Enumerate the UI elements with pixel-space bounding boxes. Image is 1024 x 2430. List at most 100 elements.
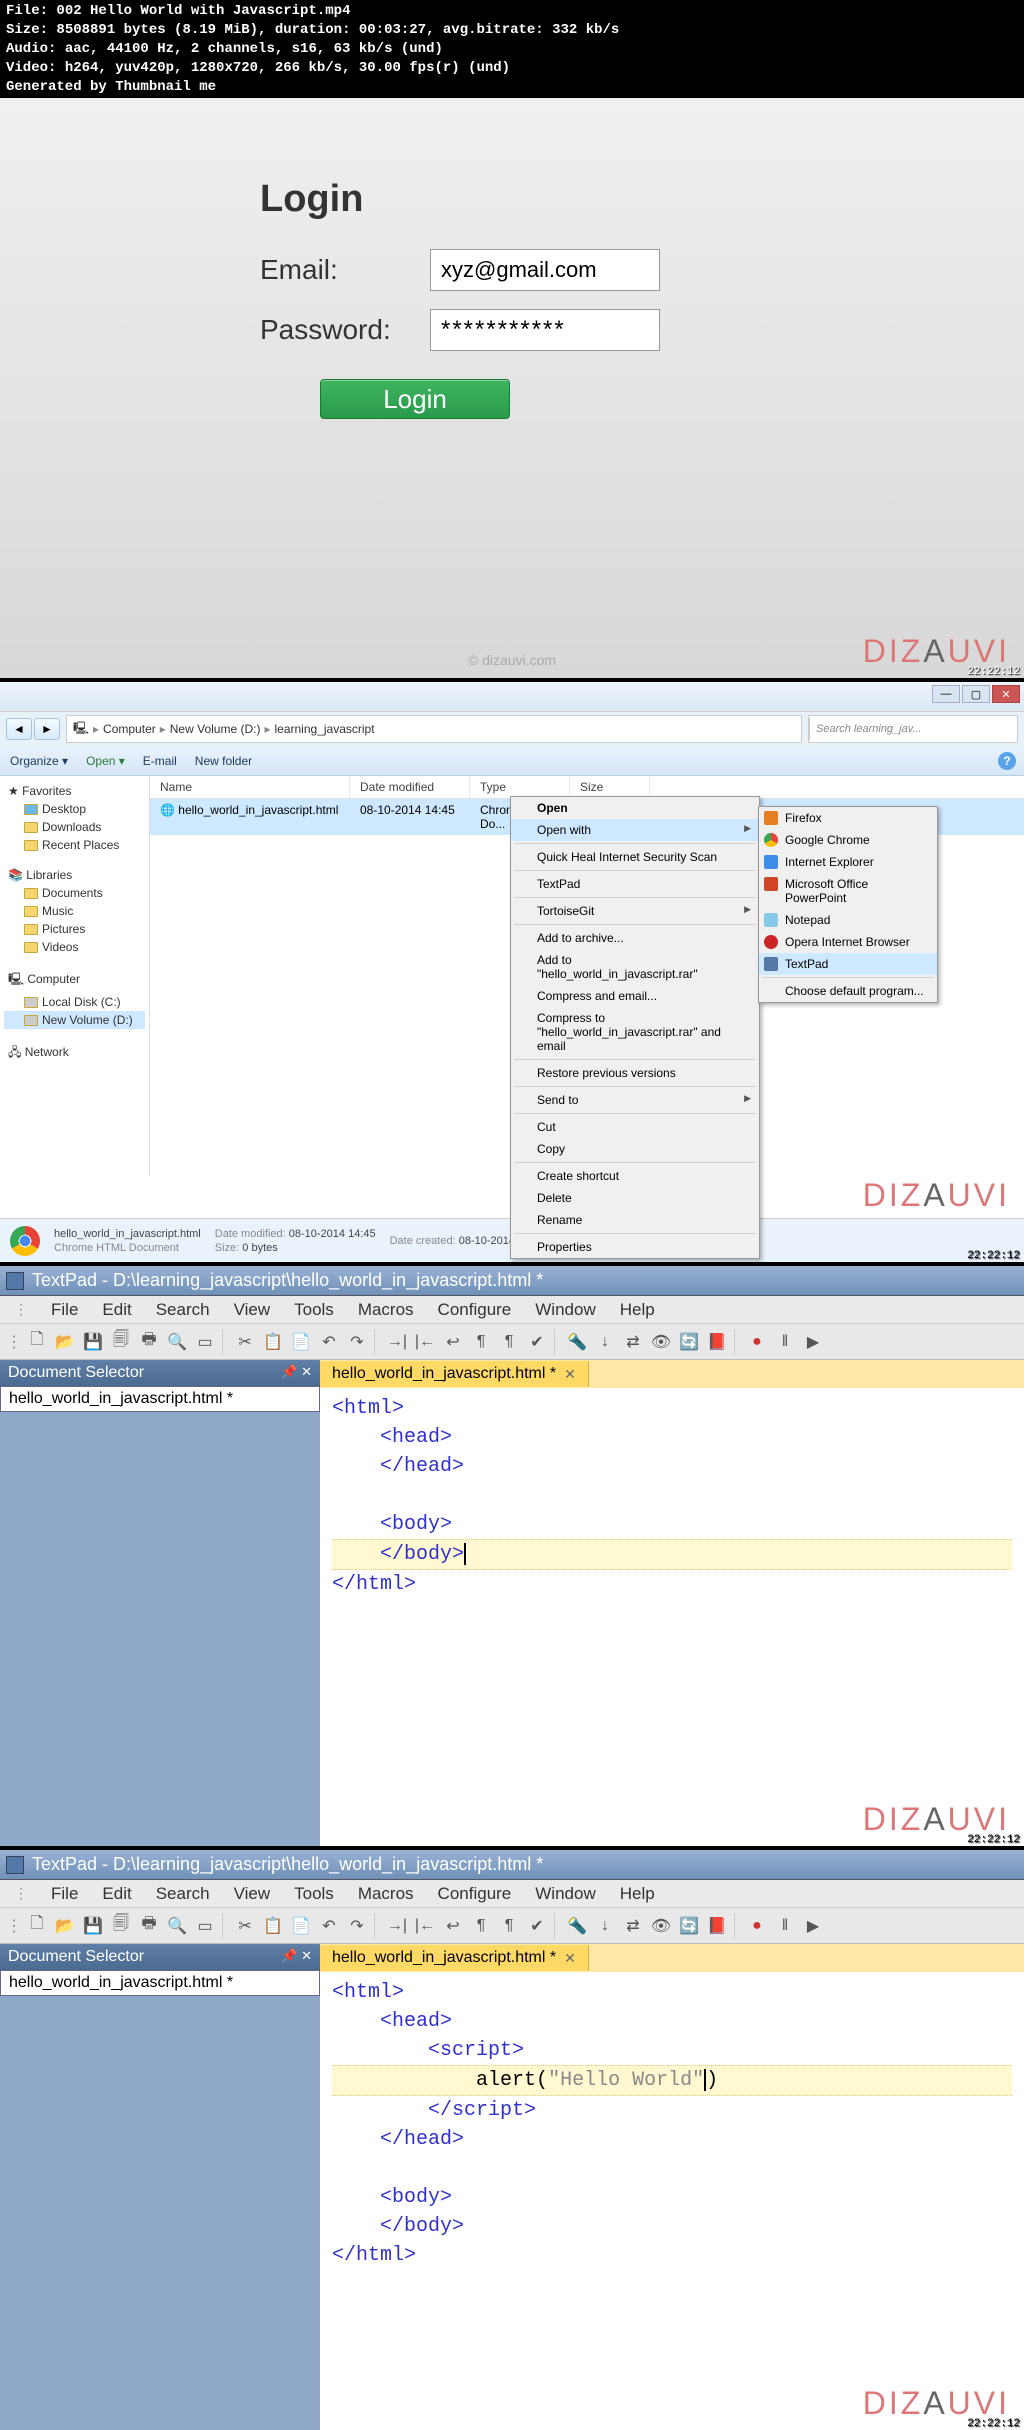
- paste-icon[interactable]: 📄: [288, 1913, 314, 1939]
- redo-icon[interactable]: ↷: [344, 1329, 370, 1355]
- copy-icon[interactable]: 📋: [260, 1329, 286, 1355]
- save-icon[interactable]: 💾: [80, 1913, 106, 1939]
- rec-icon[interactable]: ●: [744, 1329, 770, 1355]
- book-icon[interactable]: 📕: [704, 1913, 730, 1939]
- close-button[interactable]: ✕: [992, 685, 1020, 703]
- menu-file[interactable]: File: [41, 1298, 88, 1322]
- sidebar-network-header[interactable]: 🖧 Network: [4, 1041, 145, 1066]
- ctx-cut[interactable]: Cut: [511, 1116, 759, 1138]
- sm-powerpoint[interactable]: Microsoft Office PowerPoint: [759, 873, 937, 909]
- ctx-add-to-rar[interactable]: Add to "hello_world_in_javascript.rar": [511, 949, 759, 985]
- open-button[interactable]: Open ▾: [86, 754, 125, 768]
- findnext-icon[interactable]: ↓: [592, 1913, 618, 1939]
- editor-area[interactable]: hello_world_in_javascript.html *✕ <html>…: [320, 1944, 1024, 2430]
- menu-macros[interactable]: Macros: [348, 1298, 424, 1322]
- menu-search[interactable]: Search: [146, 1298, 220, 1322]
- ctx-tortoise[interactable]: TortoiseGit: [511, 900, 759, 922]
- para-icon[interactable]: ¶: [468, 1329, 494, 1355]
- sm-notepad[interactable]: Notepad: [759, 909, 937, 931]
- sm-opera[interactable]: Opera Internet Browser: [759, 931, 937, 953]
- code-editor[interactable]: <html> <head> <script> alert("Hello Worl…: [320, 1972, 1024, 2430]
- ctx-open[interactable]: Open: [511, 797, 759, 819]
- open-icon[interactable]: 📂: [52, 1329, 78, 1355]
- sync-icon[interactable]: 🔄: [676, 1329, 702, 1355]
- ctx-open-with[interactable]: Open with: [511, 819, 759, 841]
- sidebar-favorites-header[interactable]: ★ Favorites: [4, 782, 145, 800]
- replace-icon[interactable]: ⇄: [620, 1329, 646, 1355]
- sm-chrome[interactable]: Google Chrome: [759, 829, 937, 851]
- save-icon[interactable]: 💾: [80, 1329, 106, 1355]
- doc-list-item[interactable]: hello_world_in_javascript.html *: [1, 1971, 319, 1995]
- ww-icon[interactable]: ↩: [440, 1913, 466, 1939]
- menu-tools[interactable]: Tools: [284, 1882, 344, 1906]
- menu-view[interactable]: View: [224, 1882, 281, 1906]
- search-input[interactable]: Search learning_jav...: [809, 718, 1009, 740]
- sidebar-item-local-c[interactable]: Local Disk (C:): [4, 993, 145, 1011]
- sidebar-computer-header[interactable]: 🖳 Computer: [4, 968, 145, 993]
- menu-configure[interactable]: Configure: [428, 1882, 522, 1906]
- ctx-restore[interactable]: Restore previous versions: [511, 1062, 759, 1084]
- editor-tab[interactable]: hello_world_in_javascript.html *✕: [320, 1945, 589, 1971]
- organize-button[interactable]: Organize ▾: [10, 754, 68, 768]
- menu-search[interactable]: Search: [146, 1882, 220, 1906]
- sidebar-item-recent[interactable]: Recent Places: [4, 836, 145, 854]
- menu-configure[interactable]: Configure: [428, 1298, 522, 1322]
- doc-list-item[interactable]: hello_world_in_javascript.html *: [1, 1387, 319, 1411]
- saveall-icon[interactable]: 🗐: [108, 1329, 134, 1355]
- code-editor[interactable]: <html> <head> </head> <body> </body> </h…: [320, 1388, 1024, 1846]
- minimize-button[interactable]: —: [932, 685, 960, 703]
- menu-window[interactable]: Window: [525, 1298, 605, 1322]
- new-icon[interactable]: 🗋: [24, 1329, 50, 1355]
- menu-window[interactable]: Window: [525, 1882, 605, 1906]
- paste-icon[interactable]: 📄: [288, 1329, 314, 1355]
- indent-icon[interactable]: →|: [384, 1913, 410, 1939]
- ctx-textpad[interactable]: TextPad: [511, 873, 759, 895]
- menu-edit[interactable]: Edit: [92, 1882, 141, 1906]
- preview-icon[interactable]: 🔍: [164, 1913, 190, 1939]
- menu-macros[interactable]: Macros: [348, 1882, 424, 1906]
- ctx-rename[interactable]: Rename: [511, 1209, 759, 1231]
- menu-view[interactable]: View: [224, 1298, 281, 1322]
- sidebar-item-music[interactable]: Music: [4, 902, 145, 920]
- preview-icon[interactable]: 🔍: [164, 1329, 190, 1355]
- undo-icon[interactable]: ↶: [316, 1329, 342, 1355]
- email-input[interactable]: [430, 249, 660, 291]
- ctx-compress-to[interactable]: Compress to "hello_world_in_javascript.r…: [511, 1007, 759, 1057]
- ctx-compress-email[interactable]: Compress and email...: [511, 985, 759, 1007]
- maximize-button[interactable]: ▢: [962, 685, 990, 703]
- breadcrumb[interactable]: 🖳▸ Computer▸ New Volume (D:)▸ learning_j…: [66, 715, 802, 743]
- sidebar-item-volume-d[interactable]: New Volume (D:): [4, 1011, 145, 1029]
- pause-icon[interactable]: ‖: [772, 1913, 798, 1939]
- sidebar-item-documents[interactable]: Documents: [4, 884, 145, 902]
- ctx-properties[interactable]: Properties: [511, 1236, 759, 1258]
- sm-ie[interactable]: Internet Explorer: [759, 851, 937, 873]
- password-input[interactable]: [430, 309, 660, 351]
- play-icon[interactable]: ▶: [800, 1329, 826, 1355]
- nav-back-button[interactable]: ◄: [6, 718, 32, 740]
- compare-icon[interactable]: 👁: [648, 1329, 674, 1355]
- sm-default[interactable]: Choose default program...: [759, 980, 937, 1002]
- print-icon[interactable]: 🖶: [136, 1913, 162, 1939]
- sidebar-item-desktop[interactable]: Desktop: [4, 800, 145, 818]
- book-icon[interactable]: 📕: [704, 1329, 730, 1355]
- print-icon[interactable]: 🖶: [136, 1329, 162, 1355]
- sidebar-item-videos[interactable]: Videos: [4, 938, 145, 956]
- menu-tools[interactable]: Tools: [284, 1298, 344, 1322]
- editor-tab[interactable]: hello_world_in_javascript.html *✕: [320, 1361, 589, 1387]
- find-icon[interactable]: 🔦: [564, 1329, 590, 1355]
- login-button[interactable]: Login: [320, 379, 510, 419]
- ww-icon[interactable]: ↩: [440, 1329, 466, 1355]
- play-icon[interactable]: ▶: [800, 1913, 826, 1939]
- sync-icon[interactable]: 🔄: [676, 1913, 702, 1939]
- ctx-delete[interactable]: Delete: [511, 1187, 759, 1209]
- sm-textpad[interactable]: TextPad: [759, 953, 937, 975]
- nav-fwd-button[interactable]: ►: [34, 718, 60, 740]
- sidebar-item-pictures[interactable]: Pictures: [4, 920, 145, 938]
- spell-icon[interactable]: ✔: [524, 1913, 550, 1939]
- outdent-icon[interactable]: |←: [412, 1913, 438, 1939]
- cut-icon[interactable]: ✂: [232, 1913, 258, 1939]
- help-icon[interactable]: ?: [998, 752, 1016, 770]
- ctx-copy[interactable]: Copy: [511, 1138, 759, 1160]
- email-button[interactable]: E-mail: [143, 754, 177, 768]
- close-tab-icon[interactable]: ✕: [564, 1366, 576, 1383]
